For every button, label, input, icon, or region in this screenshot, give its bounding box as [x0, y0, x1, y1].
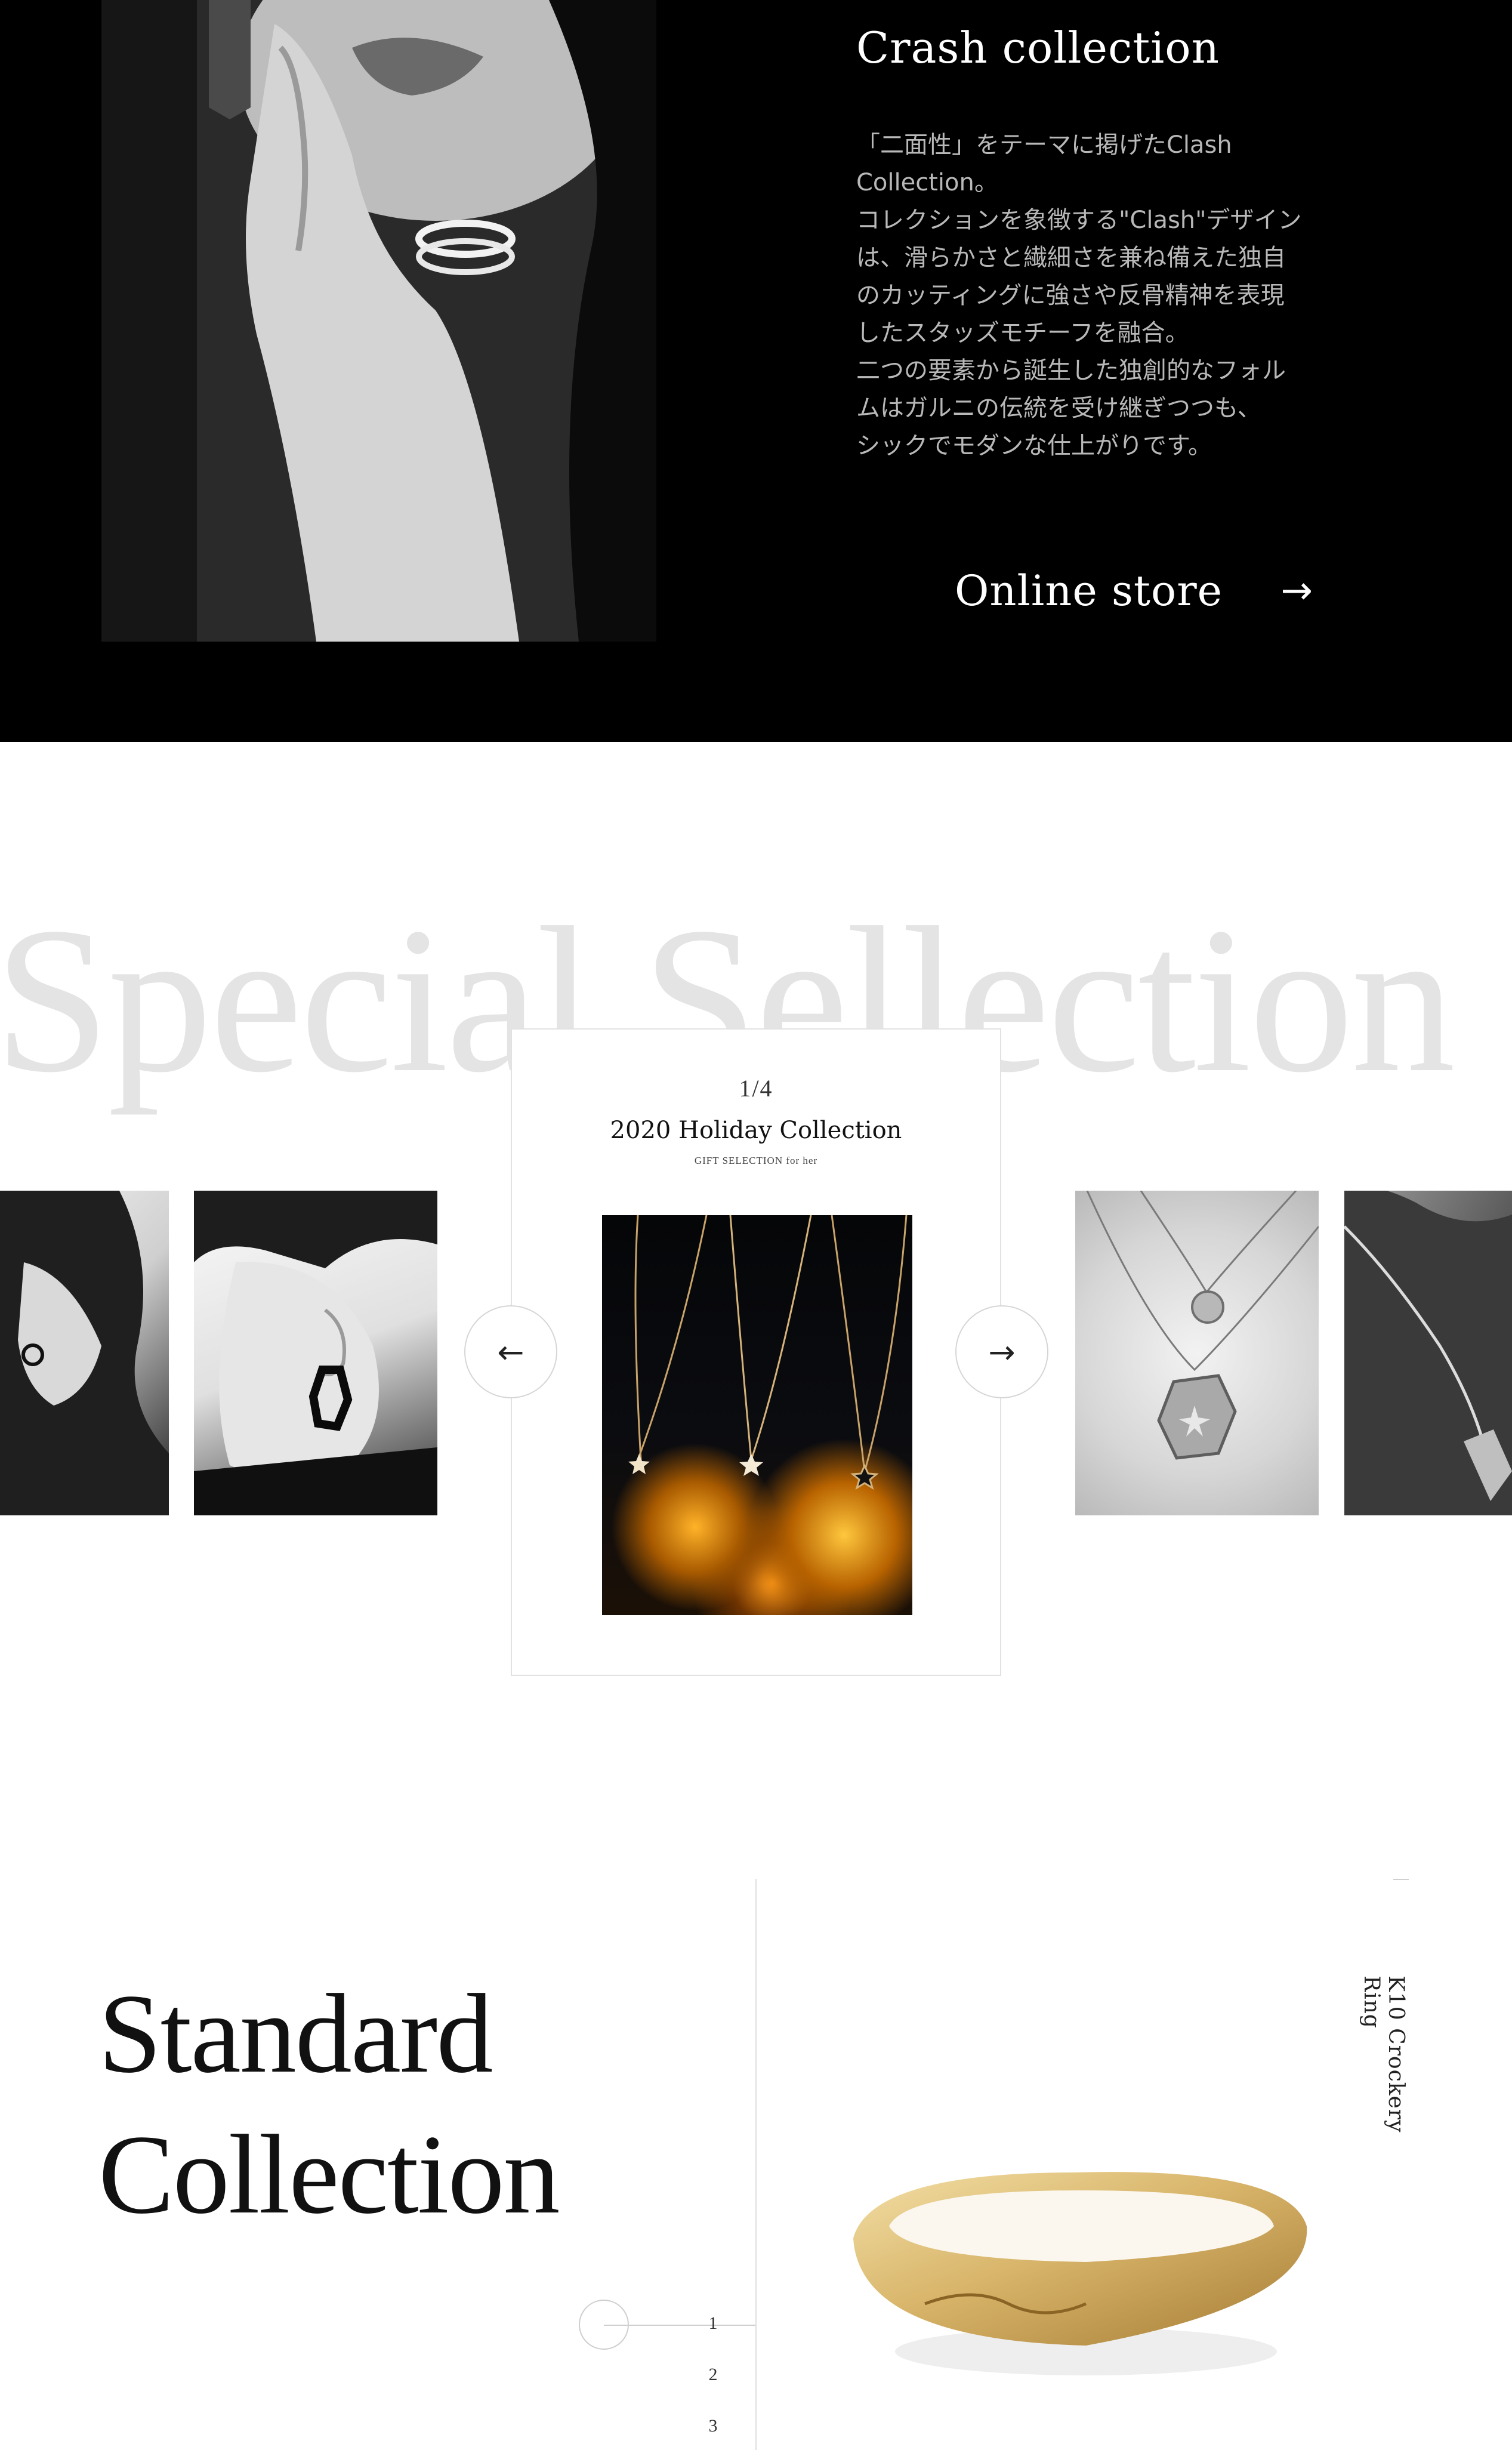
- crash-collection-description: 「二面性」をテーマに掲げたClash Collection。 コレクションを象徴…: [856, 127, 1322, 465]
- section-divider: [755, 1879, 757, 2450]
- description-line: のカッティングに強さや反骨精神を表現: [856, 282, 1285, 309]
- description-line: ムはガルニの伝統を受け継ぎつつも、: [856, 395, 1261, 422]
- product-name[interactable]: K10 Crockery Ring: [1337, 1976, 1408, 2190]
- carousel-next-button[interactable]: →: [955, 1305, 1048, 1398]
- description-line: は、滑らかさと繊細さを兼ね備えた独自: [856, 244, 1286, 272]
- carousel-slide-earring-model[interactable]: [194, 1191, 437, 1515]
- pager-item-2[interactable]: 2: [695, 2365, 731, 2385]
- crash-model-photo: [101, 0, 656, 642]
- crash-collection-section: Crash collection 「二面性」をテーマに掲げたClash Coll…: [0, 0, 1512, 742]
- carousel-prev-button[interactable]: ←: [464, 1305, 557, 1398]
- pager-item-1[interactable]: 1: [695, 2313, 731, 2334]
- slide-counter: 1/4: [739, 1075, 773, 1102]
- description-line: Collection。: [856, 169, 998, 196]
- featured-collection-card[interactable]: 1/4 2020 Holiday Collection GIFT SELECTI…: [511, 1028, 1001, 1676]
- standard-title-line: Collection: [98, 2112, 560, 2238]
- description-line: コレクションを象徴する"Clash"デザイン: [856, 207, 1302, 234]
- carousel-slide-earring-model-left[interactable]: [0, 1191, 169, 1515]
- arrow-right-icon: →: [988, 1333, 1016, 1371]
- arrow-left-icon: ←: [497, 1333, 524, 1371]
- featured-collection-subtitle: GIFT SELECTION for her: [694, 1155, 818, 1166]
- online-store-link[interactable]: Online store →: [955, 561, 1313, 621]
- description-line: 二つの要素から誕生した独創的なフォル: [856, 357, 1286, 384]
- standard-title-line: Standard: [98, 1971, 493, 2097]
- crockery-ring-photo[interactable]: [835, 2125, 1325, 2387]
- carousel-slide-silver-necklace[interactable]: [1075, 1191, 1319, 1515]
- product-tick-mark: [1393, 1879, 1409, 1880]
- arrow-right-icon: →: [1280, 569, 1313, 613]
- carousel-slide-chain-necklace[interactable]: [1344, 1191, 1512, 1515]
- featured-collection-title: 2020 Holiday Collection: [610, 1117, 902, 1144]
- crash-collection-title: Crash collection: [856, 23, 1220, 73]
- description-line: シックでモダンな仕上がりです。: [856, 432, 1212, 460]
- standard-collection-title: Standard Collection: [98, 1964, 560, 2245]
- holiday-necklaces-photo: [602, 1215, 912, 1615]
- pager-indicator-line: [604, 2325, 755, 2326]
- online-store-label: Online store: [955, 566, 1223, 615]
- description-line: 「二面性」をテーマに掲げたClash: [856, 131, 1232, 159]
- pager-item-3[interactable]: 3: [695, 2416, 731, 2436]
- description-line: したスタッズモチーフを融合。: [856, 319, 1189, 347]
